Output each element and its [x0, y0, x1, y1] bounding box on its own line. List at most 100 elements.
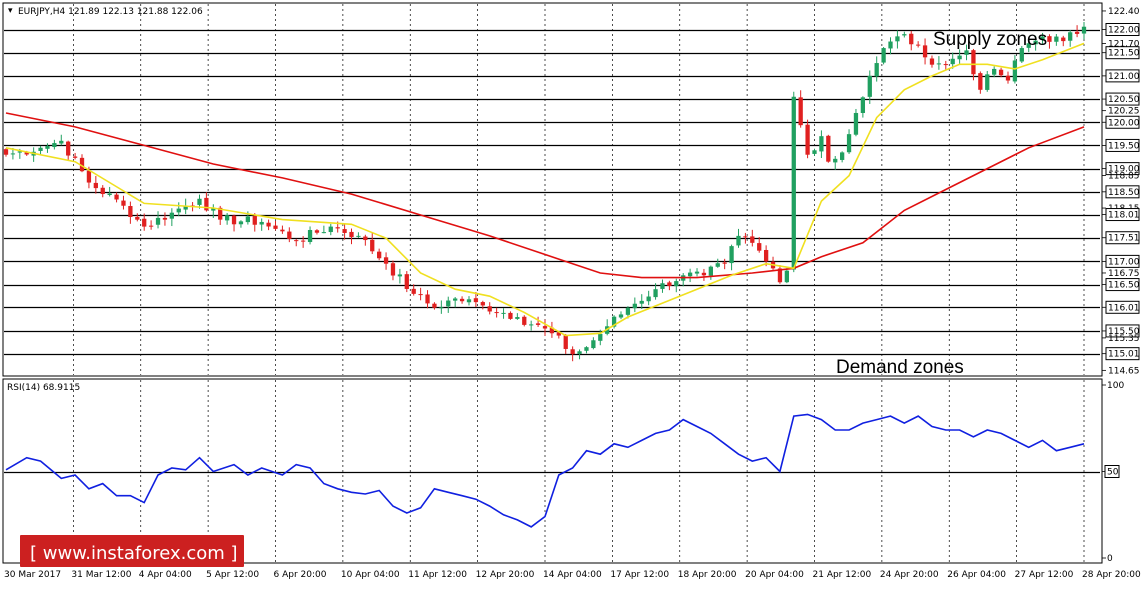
bull-candle: [888, 41, 893, 49]
bear-candle: [252, 215, 257, 225]
bear-candle: [404, 274, 409, 289]
supply-zones-label: Supply zones: [933, 29, 1047, 50]
bear-candle: [342, 229, 347, 233]
bull-candle: [529, 324, 534, 326]
bull-candle: [853, 112, 859, 135]
price-tick-label: 115.01: [1108, 350, 1140, 360]
bear-candle: [93, 182, 98, 189]
x-tick-label: 20 Apr 04:00: [745, 570, 804, 580]
bear-candle: [162, 217, 168, 220]
bear-candle: [978, 73, 983, 90]
bear-candle: [390, 263, 396, 276]
chart-canvas[interactable]: 122.40122.00121.70121.50121.00120.50120.…: [0, 0, 1143, 585]
price-tick-label: 120.00: [1108, 118, 1140, 128]
bull-candle: [501, 312, 506, 314]
x-tick-label: 30 Mar 2017: [4, 570, 61, 580]
bull-candle: [950, 58, 955, 65]
bull-candle: [577, 351, 582, 354]
bull-candle: [791, 96, 796, 270]
x-tick-label: 11 Apr 12:00: [408, 570, 467, 580]
bull-candle: [964, 50, 969, 55]
bear-candle: [798, 97, 803, 126]
bull-candle: [1068, 32, 1073, 41]
bull-candle: [632, 303, 637, 309]
bull-candle: [819, 136, 824, 152]
bull-candle: [155, 217, 161, 225]
x-tick-label: 21 Apr 12:00: [813, 570, 872, 580]
bear-candle: [86, 170, 92, 183]
price-tick-label: 121.50: [1108, 49, 1140, 59]
price-tick-label: 117.00: [1108, 257, 1140, 267]
bear-candle: [418, 294, 423, 296]
bull-candle: [694, 271, 700, 274]
bear-candle: [667, 282, 672, 287]
bear-candle: [114, 194, 119, 200]
bear-candle: [314, 230, 320, 233]
bear-candle: [943, 64, 948, 66]
price-tick-label: 122.00: [1108, 26, 1140, 36]
bull-candle: [1054, 36, 1059, 42]
bull-candle: [687, 272, 693, 277]
bull-candle: [895, 36, 900, 42]
rsi-tick-label: 100: [1107, 381, 1124, 391]
bull-candle: [646, 296, 651, 302]
bear-candle: [72, 156, 78, 158]
price-tick-label: 116.75: [1108, 269, 1140, 279]
rsi-tick-label: 50: [1107, 468, 1119, 478]
price-tick-label: 119.50: [1108, 141, 1140, 151]
instaforex-logo: [ www.instaforex.com ]: [20, 535, 244, 567]
bull-candle: [453, 298, 458, 301]
bear-candle: [998, 69, 1004, 76]
watermark-text: [ www.instaforex.com ]: [30, 543, 238, 564]
price-tick-label: 120.50: [1108, 95, 1140, 105]
bull-candle: [957, 55, 962, 60]
bull-candle: [1019, 48, 1024, 62]
chart-header-arrow-icon[interactable]: ▾: [8, 6, 13, 16]
x-tick-label: 4 Apr 04:00: [139, 570, 192, 580]
bear-candle: [757, 243, 762, 251]
bear-candle: [349, 231, 354, 238]
bear-candle: [750, 236, 755, 243]
bull-candle: [839, 152, 845, 160]
price-tick-label: 115.35: [1108, 334, 1140, 344]
bear-candle: [1005, 75, 1011, 81]
bear-candle: [522, 316, 527, 325]
price-tick-label: 116.01: [1108, 303, 1140, 313]
bear-candle: [459, 298, 465, 302]
bear-candle: [542, 326, 548, 329]
bull-candle: [846, 134, 852, 153]
bull-candle: [660, 283, 665, 289]
price-tick-label: 118.50: [1108, 188, 1140, 198]
x-tick-label: 26 Apr 04:00: [947, 570, 1006, 580]
price-tick-label: 114.65: [1108, 366, 1140, 376]
x-tick-label: 31 Mar 12:00: [71, 570, 131, 580]
bull-candle: [45, 146, 50, 149]
bull-candle: [169, 212, 174, 219]
bull-candle: [860, 97, 866, 113]
bear-candle: [363, 236, 368, 241]
x-tick-label: 17 Apr 12:00: [610, 570, 669, 580]
rsi-tick-label: 0: [1107, 554, 1113, 564]
bull-candle: [307, 229, 313, 243]
bear-candle: [473, 298, 479, 303]
bear-candle: [100, 187, 105, 195]
price-tick-label: 122.40: [1108, 7, 1140, 17]
bear-candle: [287, 231, 292, 240]
bear-candle: [266, 222, 271, 227]
bull-candle: [1012, 60, 1018, 82]
bull-candle: [584, 347, 589, 351]
bull-candle: [715, 263, 720, 267]
bull-candle: [985, 74, 990, 90]
bull-candle: [874, 63, 879, 77]
bull-candle: [446, 300, 451, 307]
x-tick-label: 28 Apr 20:00: [1082, 570, 1141, 580]
price-tick-label: 118.85: [1108, 172, 1140, 182]
bear-candle: [231, 215, 237, 225]
bear-candle: [922, 45, 928, 58]
bear-candle: [570, 349, 575, 355]
bear-candle: [148, 225, 154, 227]
bull-candle: [639, 300, 644, 304]
bull-candle: [598, 333, 603, 341]
x-tick-label: 5 Apr 12:00: [206, 570, 259, 580]
bear-candle: [480, 302, 485, 306]
